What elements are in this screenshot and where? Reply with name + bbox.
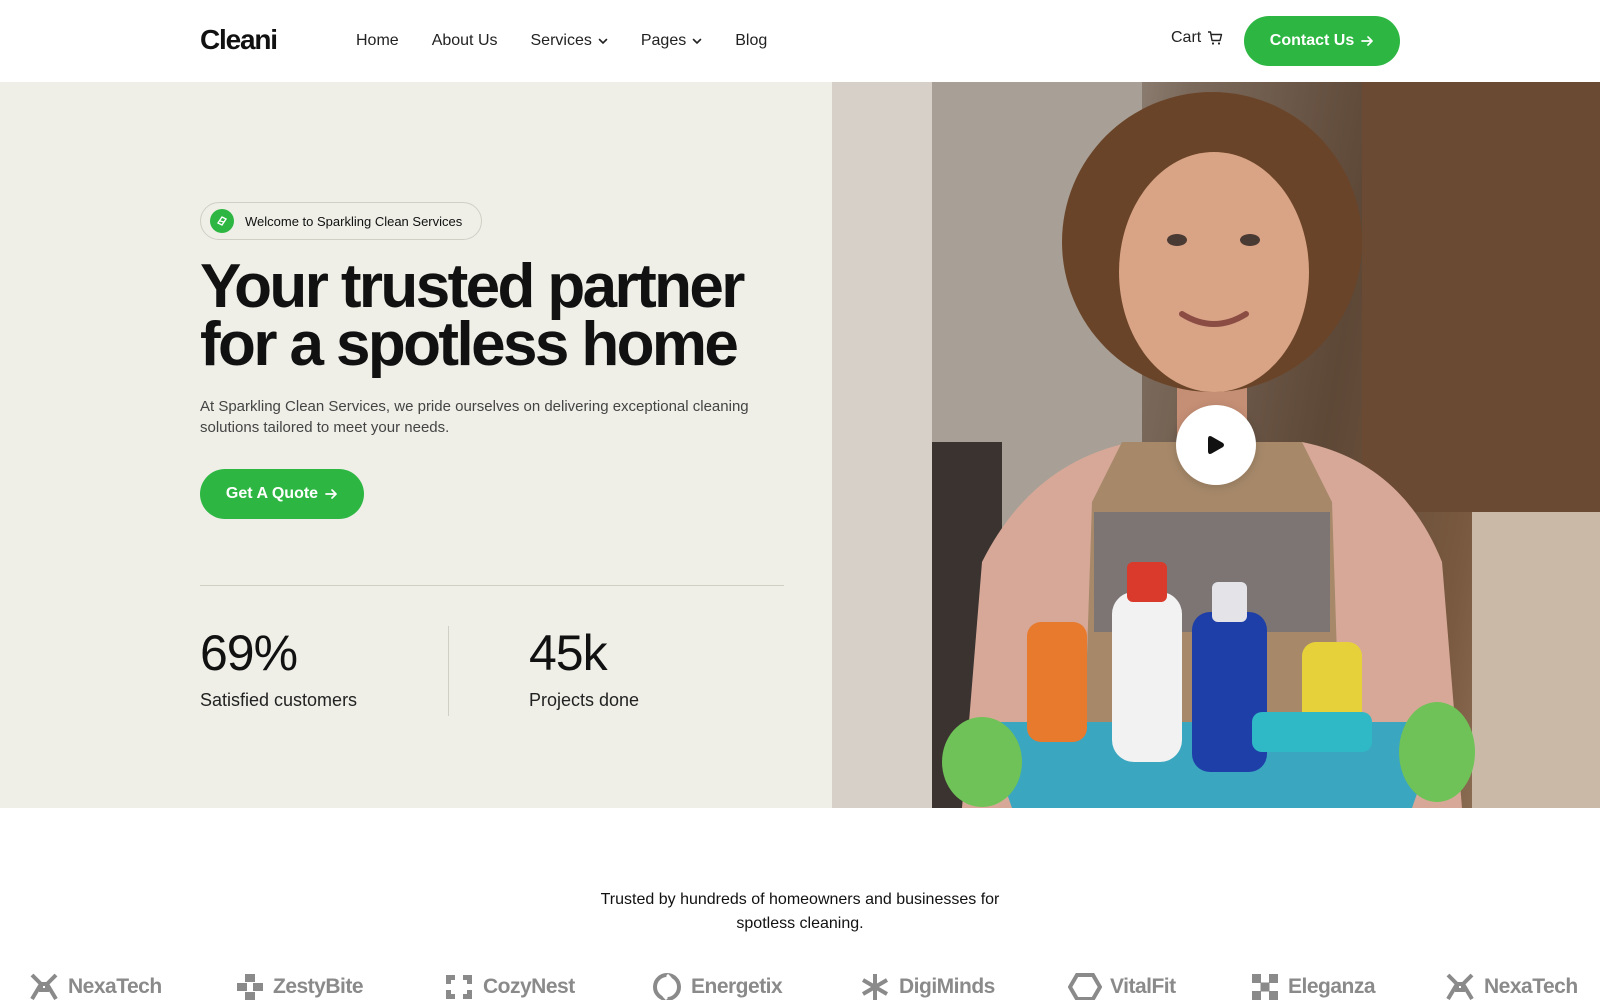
hero-title: Your trusted partner for a spotless home [200, 256, 800, 376]
arrow-right-icon [325, 489, 337, 499]
brand-logo-strip: NexaTech ZestyBite CozyNest Energetix Di… [0, 970, 1600, 1000]
arrow-right-icon [1361, 36, 1374, 46]
hero-description: At Sparkling Clean Services, we pride ou… [200, 398, 749, 436]
cart-icon [1208, 31, 1223, 45]
zestybite-logo-icon [237, 974, 263, 1000]
stat-projects-done: 45k Projects done [529, 624, 639, 711]
stat-separator [448, 626, 449, 716]
brand-name: CozyNest [483, 975, 575, 998]
nav-item-home[interactable]: Home [356, 29, 399, 53]
stat-label: Projects done [529, 690, 640, 710]
nav-item-pages[interactable]: Pages [641, 29, 702, 53]
hero-title-line2: for a spotless home [200, 310, 739, 379]
eleganza-logo-icon [1252, 974, 1278, 1000]
nav-about-label: About Us [431, 32, 498, 49]
trusted-by-text: Trusted by hundreds of homeowners and bu… [600, 891, 1000, 932]
stat-value: 45k [529, 625, 608, 681]
stat-value: 69% [200, 625, 298, 681]
brand-logo-vitalfit: VitalFit [1068, 972, 1176, 1000]
get-quote-label: Get A Quote [225, 485, 319, 502]
brand-logo-zestybite: ZestyBite [235, 972, 364, 1000]
cozynest-logo-icon [446, 975, 472, 999]
brand-logo-energetix: Energetix [651, 972, 783, 1000]
sparkle-badge-icon [210, 209, 234, 233]
main-nav: Home About Us Services Pages Blog [356, 29, 800, 53]
nav-item-services[interactable]: Services [531, 29, 608, 53]
stats-divider [200, 585, 784, 586]
brand-name: VitalFit [1110, 975, 1176, 998]
stat-satisfied-customers: 69% Satisfied customers [200, 624, 357, 711]
logo[interactable]: Cleani [200, 24, 278, 56]
nav-item-about-us[interactable]: About Us [432, 29, 498, 53]
nav-blog-label: Blog [735, 32, 768, 49]
chevron-down-icon [598, 38, 608, 45]
nexatech-logo-icon [1446, 973, 1474, 1000]
play-icon [1208, 436, 1224, 454]
nav-services-label: Services [530, 32, 592, 49]
energetix-logo-icon [653, 973, 681, 1000]
chevron-down-icon [692, 38, 702, 45]
brand-name: NexaTech [68, 975, 162, 998]
brand-name: NexaTech [1484, 975, 1578, 998]
brand-logo-eleganza: Eleganza [1250, 972, 1376, 1000]
get-quote-button[interactable]: Get A Quote [200, 469, 364, 519]
brand-name: Energetix [691, 975, 783, 998]
brand-name: ZestyBite [273, 975, 364, 998]
welcome-badge-text: Welcome to Sparkling Clean Services [245, 213, 463, 229]
welcome-badge: Welcome to Sparkling Clean Services [200, 202, 482, 240]
vitalfit-logo-icon [1068, 973, 1102, 1000]
stat-label: Satisfied customers [200, 690, 358, 710]
digiminds-logo-icon [861, 974, 889, 1000]
play-video-button[interactable] [1176, 405, 1256, 485]
nav-home-label: Home [356, 32, 399, 49]
contact-us-label: Contact Us [1269, 32, 1355, 49]
nexatech-logo-icon [30, 973, 58, 1000]
contact-us-button[interactable]: Contact Us [1244, 16, 1400, 66]
brand-logo-digiminds: DigiMinds [859, 972, 995, 1000]
nav-pages-label: Pages [640, 32, 687, 49]
brand-name: DigiMinds [899, 975, 995, 998]
brand-name: Eleganza [1288, 975, 1376, 998]
nav-item-blog[interactable]: Blog [735, 29, 767, 53]
cart-label: Cart [1171, 29, 1202, 46]
hero-section [0, 82, 832, 808]
brand-logo-cozynest: CozyNest [443, 972, 575, 1000]
site-header: Cleani Home About Us Services Pages Blog… [0, 0, 1600, 82]
brand-logo-nexatech: NexaTech [1444, 972, 1578, 1000]
brand-logo-nexatech: NexaTech [28, 972, 162, 1000]
cart-link[interactable]: Cart [1171, 29, 1223, 47]
